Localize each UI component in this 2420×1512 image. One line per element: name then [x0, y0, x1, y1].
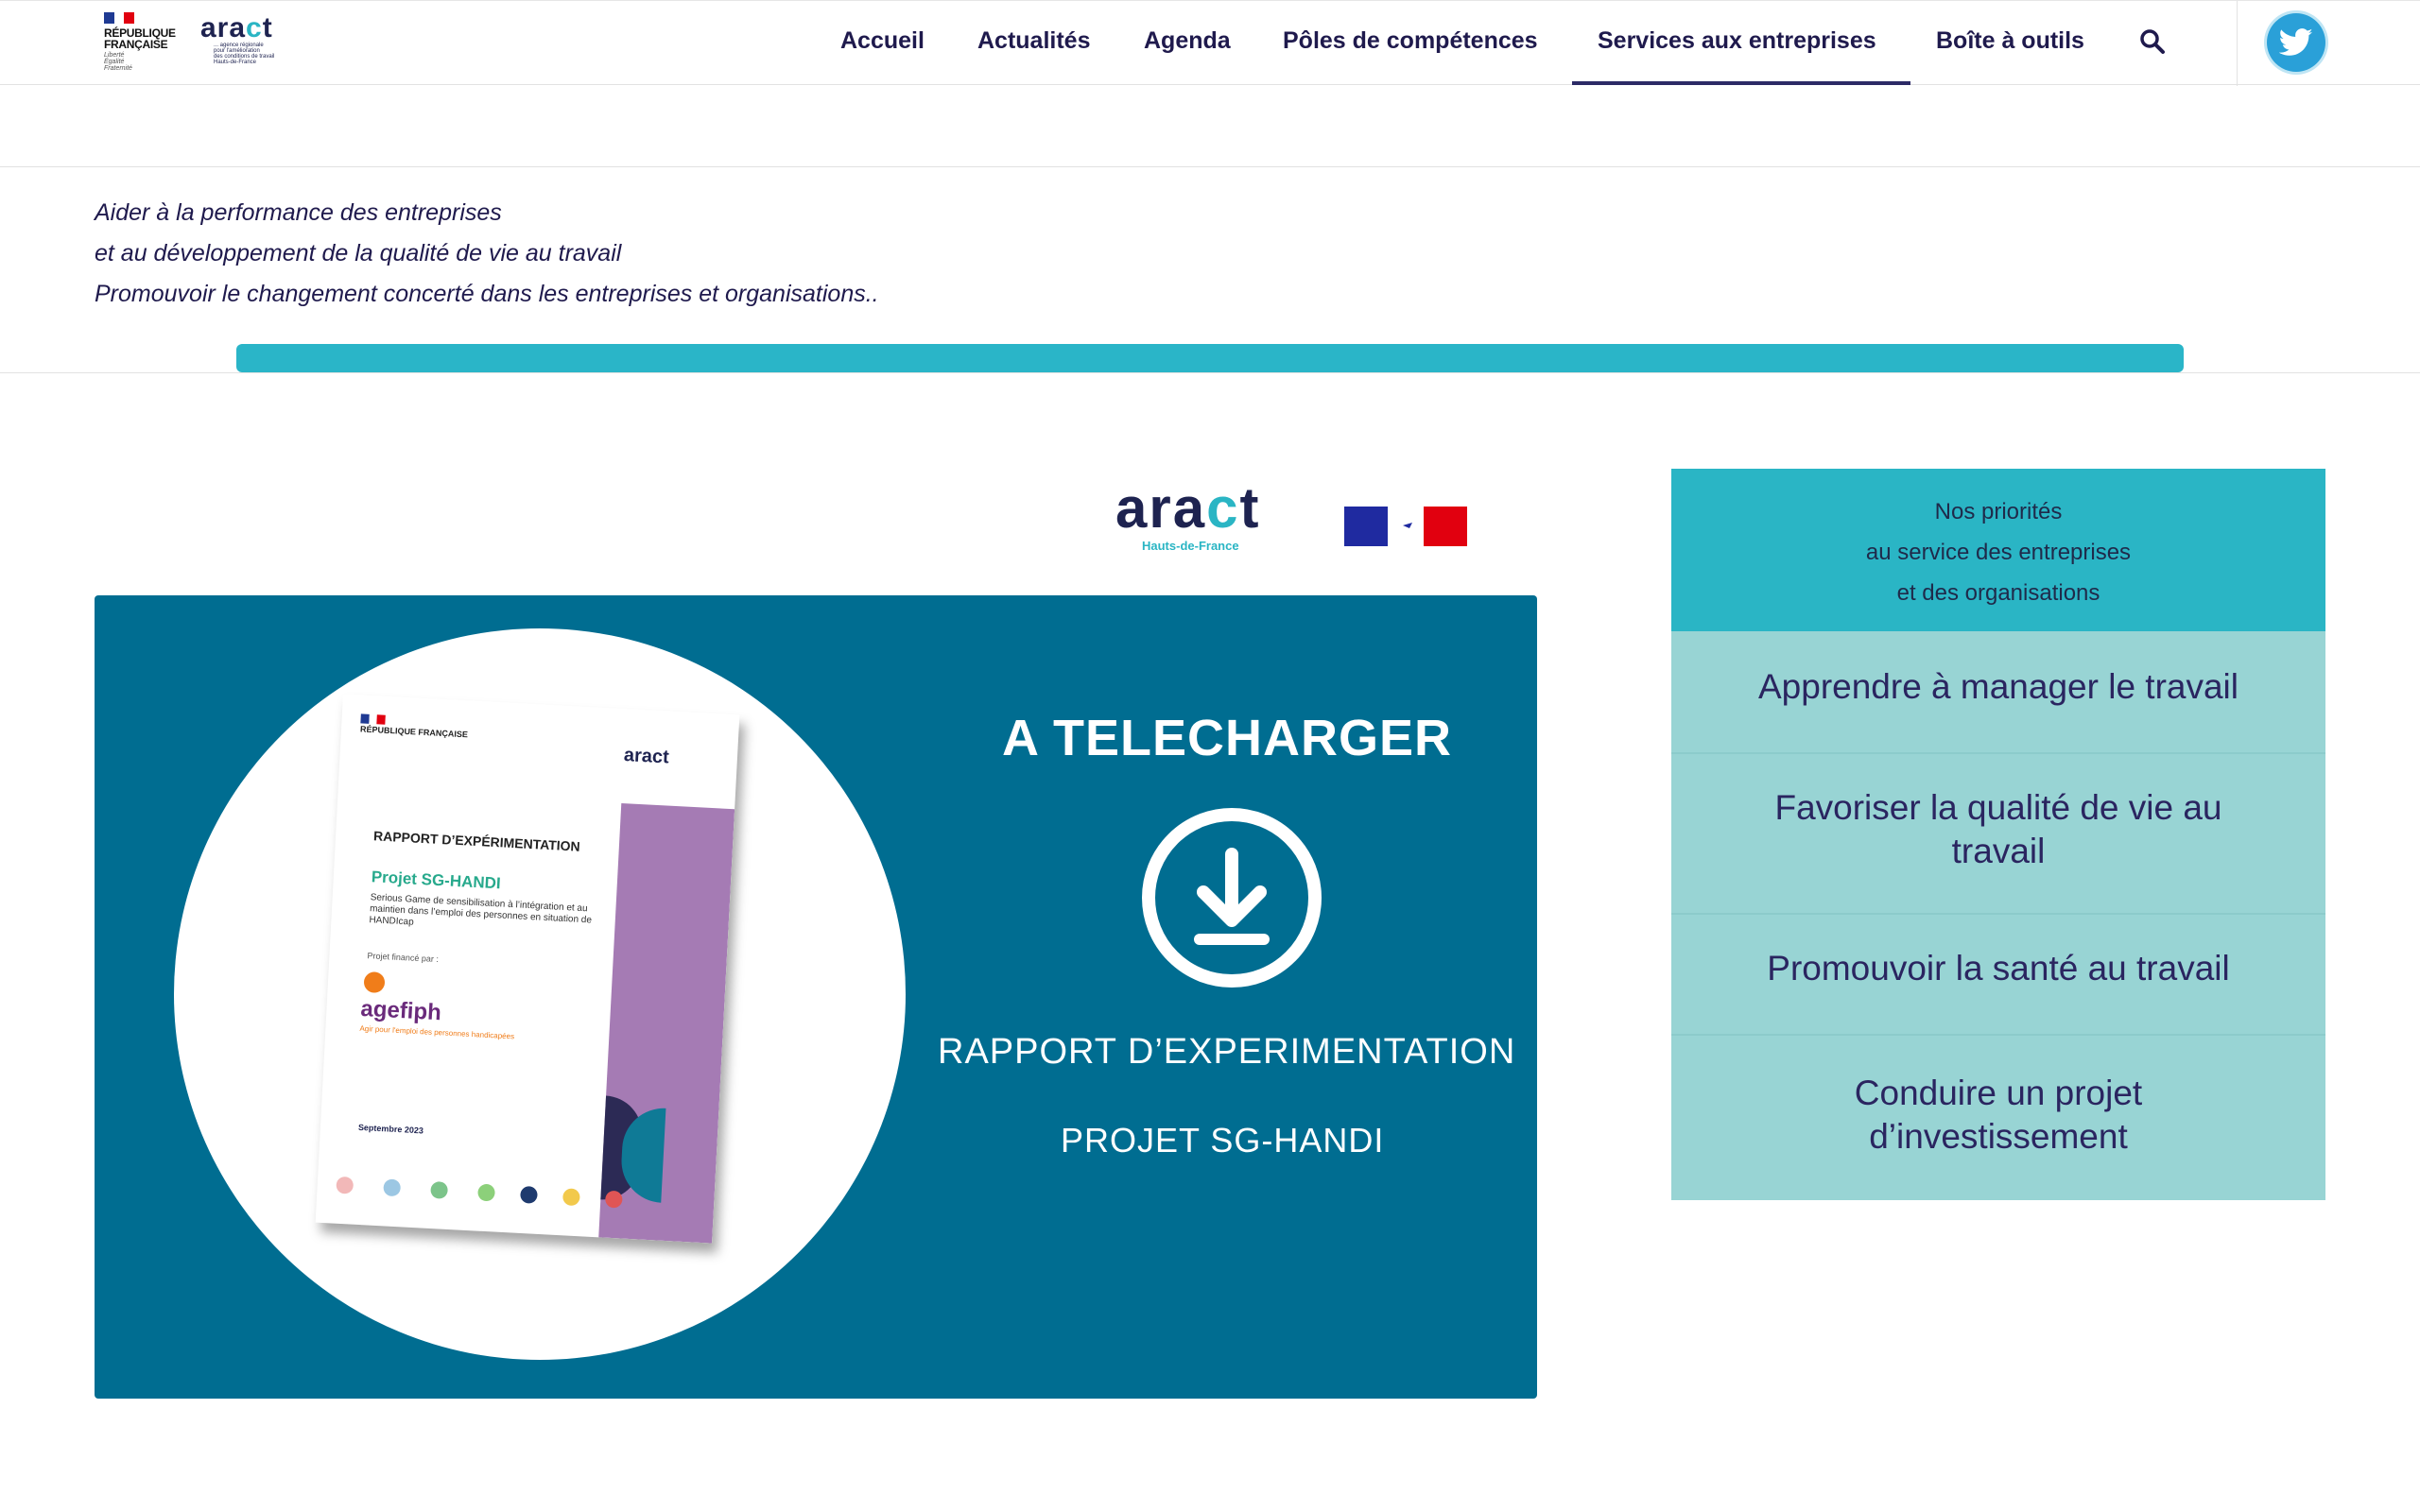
- agefiph-logo-icon: [363, 971, 386, 994]
- priorities-header-line-1: Nos priorités: [1934, 499, 2063, 524]
- aract-logo-sub-4: Hauts-de-France: [214, 60, 257, 65]
- download-project: PROJET SG-HANDI: [1061, 1121, 1385, 1160]
- priority-sante-travail[interactable]: Promouvoir la santé au travail: [1671, 947, 2325, 990]
- rf-motto-3: Fraternité: [104, 65, 132, 72]
- twitter-icon: [2279, 28, 2313, 56]
- nav-accueil[interactable]: Accueil: [840, 27, 925, 55]
- priority-divider: [1671, 1034, 2325, 1036]
- french-flag-icon: [104, 12, 135, 24]
- aract-wordmark: aract: [200, 12, 273, 43]
- search-icon[interactable]: [2138, 27, 2167, 56]
- nav-poles-de-competences[interactable]: Pôles de compétences: [1283, 27, 1538, 55]
- intro-line-3: Promouvoir le changement concerté dans l…: [95, 281, 879, 307]
- download-report-banner[interactable]: RÉPUBLIQUE FRANÇAISE aract RAPPORT D’EXP…: [95, 595, 1537, 1399]
- aract-big-wordmark: aract: [1115, 476, 1261, 540]
- twitter-button[interactable]: [2267, 13, 2325, 72]
- intro-text: Aider à la performance des entreprises e…: [95, 193, 879, 315]
- partner-logo-icon: [477, 1183, 495, 1202]
- download-title: A TELECHARGER: [1002, 710, 1453, 766]
- republique-francaise-logo[interactable]: RÉPUBLIQUE FRANÇAISE Liberté Égalité Fra…: [102, 10, 178, 73]
- site-header: RÉPUBLIQUE FRANÇAISE Liberté Égalité Fra…: [0, 0, 2420, 86]
- band-top-divider: [0, 166, 2420, 167]
- nav-boite-a-outils[interactable]: Boîte à outils: [1936, 27, 2084, 55]
- aract-hauts-de-france-logo: aract Hauts-de-France: [1115, 476, 1261, 554]
- partner-logo-icon: [383, 1178, 402, 1197]
- intro-line-1: Aider à la performance des entreprises: [95, 199, 502, 226]
- nav-actualites[interactable]: Actualités: [977, 27, 1090, 55]
- priorities-header-line-3: et des organisations: [1896, 580, 2100, 606]
- header-divider: [2237, 1, 2238, 86]
- aract-logo[interactable]: aract ... agence régionale pour l'amélio…: [200, 12, 274, 66]
- active-nav-indicator: [1572, 81, 1910, 85]
- partner-logo-icon: [520, 1185, 538, 1204]
- doc-rf-label: RÉPUBLIQUE FRANÇAISE: [359, 724, 469, 740]
- doc-financed-by: Projet financé par :: [367, 951, 440, 965]
- priority-divider: [1671, 913, 2325, 915]
- priority-projet-investissement[interactable]: Conduire un projet d’investissement: [1671, 1072, 2325, 1159]
- aract-region-label: Hauts-de-France: [1142, 539, 1239, 553]
- priority-apprendre-a-manager[interactable]: Apprendre à manager le travail: [1671, 665, 2325, 709]
- priorities-panel: Nos priorités au service des entreprises…: [1671, 469, 2325, 1200]
- doc-date: Septembre 2023: [357, 1122, 424, 1136]
- priority-label: Promouvoir la santé au travail: [1767, 949, 2230, 988]
- nav-services-aux-entreprises[interactable]: Services aux entreprises: [1598, 27, 1876, 55]
- priority-divider: [1671, 752, 2325, 754]
- doc-heading: RAPPORT D’EXPÉRIMENTATION: [372, 828, 581, 854]
- doc-flag-icon: [360, 713, 386, 725]
- intro-line-2: et au développement de la qualité de vie…: [95, 240, 622, 266]
- marianne-flag-icon: [1344, 503, 1467, 550]
- priority-label: Apprendre à manager le travail: [1757, 667, 2238, 706]
- download-icon[interactable]: [1139, 805, 1324, 990]
- priority-label: Favoriser la qualité de vie au travail: [1774, 788, 2222, 870]
- priority-qualite-vie-travail[interactable]: Favoriser la qualité de vie au travail: [1671, 786, 2325, 873]
- priorities-header-line-2: au service des entreprises: [1865, 540, 2132, 565]
- partner-logo-icon: [562, 1188, 580, 1207]
- priorities-list: Apprendre à manager le travail Favoriser…: [1671, 631, 2325, 1200]
- doc-funder-sub: Agir pour l'emploi des personnes handica…: [359, 1023, 515, 1041]
- rf-logo-line2: FRANÇAISE: [104, 38, 168, 51]
- report-cover-thumbnail: RÉPUBLIQUE FRANÇAISE aract RAPPORT D’EXP…: [315, 694, 740, 1244]
- nav-agenda[interactable]: Agenda: [1144, 27, 1231, 55]
- rf-motto-2: Égalité: [104, 59, 125, 65]
- partner-logo-icon: [430, 1180, 449, 1199]
- doc-description: Serious Game de sensibilisation à l’inté…: [369, 892, 593, 928]
- decorative-progress-bar: [236, 344, 2184, 372]
- doc-project: Projet SG-HANDI: [371, 868, 502, 893]
- priority-label: Conduire un projet d’investissement: [1854, 1074, 2143, 1156]
- download-subtitle: RAPPORT D’EXPERIMENTATION: [938, 1032, 1516, 1072]
- doc-aract-label: aract: [623, 745, 670, 768]
- doc-funder: agefiph: [359, 995, 442, 1026]
- rf-motto-1: Liberté: [104, 52, 125, 59]
- partner-logo-icon: [336, 1176, 354, 1194]
- priorities-header: Nos priorités au service des entreprises…: [1671, 469, 2325, 631]
- band-bottom-divider: [0, 372, 2420, 373]
